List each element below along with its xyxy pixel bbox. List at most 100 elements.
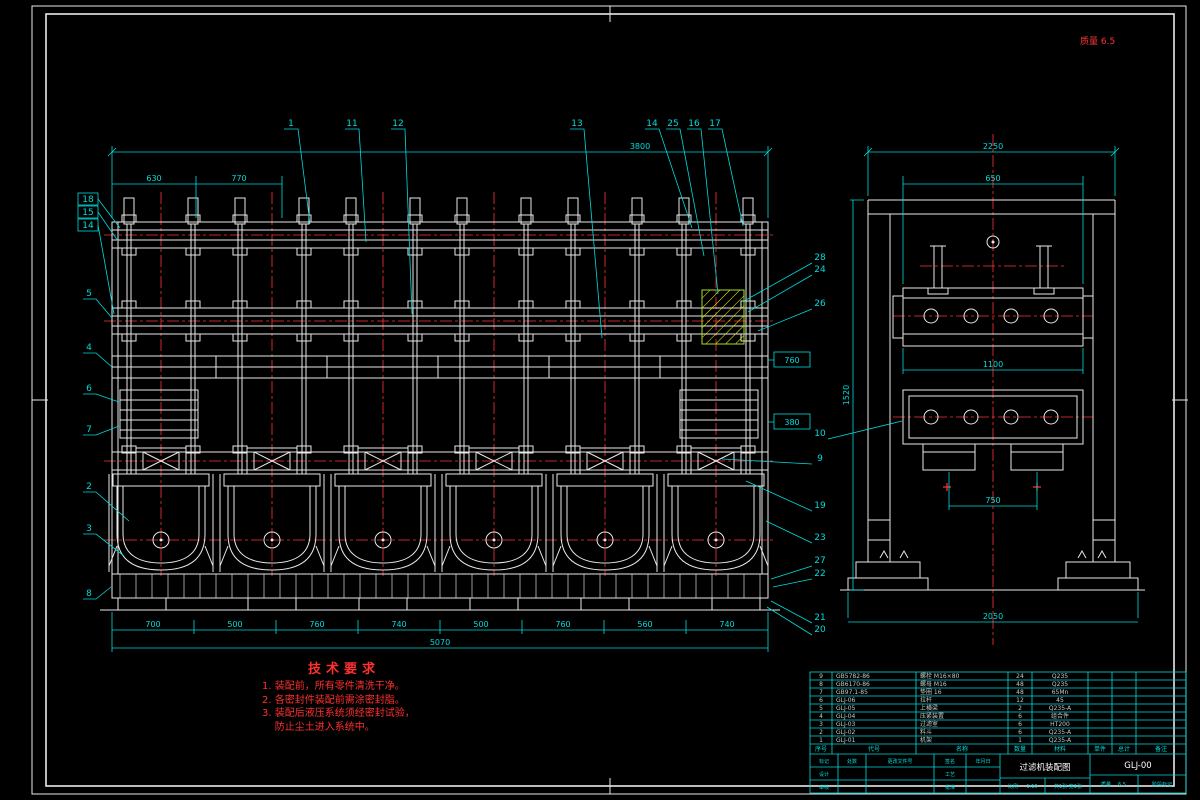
dim-main-seg: 500	[227, 620, 242, 629]
tb-design: 设计	[819, 771, 829, 778]
callouts: 1 11 12 13 14 25 16 17 18 15 14 5 4 6 7 …	[77, 119, 903, 636]
bom-cell-code: GLJ-02	[836, 729, 856, 736]
bom-cell-name: 拉杆	[920, 696, 932, 704]
bom-cell-name: 螺栓 M16×80	[920, 672, 960, 680]
bom-cell-qty: 1	[1018, 737, 1022, 744]
tech-line: 3. 装配后液压系统须经密封试验，	[262, 708, 415, 719]
bom-cell-seq: 5	[819, 705, 823, 712]
bom-cell-qty: 48	[1016, 689, 1024, 696]
anchor-cross-marks	[943, 483, 1041, 491]
dim-side-mid: 1100	[983, 360, 1003, 369]
dim-main-seg: 760	[309, 620, 324, 629]
tb-drawing-no: GLJ-00	[1124, 761, 1151, 771]
callout-20: 20	[814, 625, 826, 635]
callout-18: 18	[82, 195, 94, 205]
dim-side-feet: 750	[985, 496, 1000, 505]
coupler	[690, 447, 742, 475]
tb-mass-label: 质量	[1101, 781, 1111, 788]
bom-cell-material: 45	[1056, 697, 1064, 704]
tech-line: 防止尘土进入系统中。	[262, 721, 375, 733]
dim-side-height: 1520	[842, 385, 851, 405]
coupler	[135, 447, 187, 475]
coupler	[246, 447, 298, 475]
dim-main-right-a: 760	[784, 356, 799, 365]
callout-16: 16	[688, 119, 700, 129]
tb-sheet-count: 共1张 第1张	[1054, 783, 1082, 790]
bom-header-total: 总计	[1118, 745, 1130, 753]
bom-header-material: 材料	[1054, 745, 1066, 753]
dim-side-top: 2250	[983, 142, 1003, 151]
callout-27: 27	[814, 556, 825, 566]
tech-line: 1. 装配前，所有零件清洗干净。	[262, 681, 405, 692]
bom-header-name: 名称	[956, 745, 968, 753]
bom-cell-name: 垫圈 16	[920, 688, 942, 696]
sheet-stamp: 质量 6.5	[1080, 35, 1115, 47]
bom-cell-material: HT200	[1050, 721, 1070, 728]
bom-cell-seq: 3	[819, 721, 823, 728]
bom-cell-code: GLJ-04	[836, 713, 856, 720]
technical-requirements: 技术要求 1. 装配前，所有零件清洗干净。 2. 各密封件装配前需涂密封脂。 3…	[262, 658, 415, 734]
callout-17: 17	[709, 119, 720, 129]
bom-cell-code: GLJ-03	[836, 721, 856, 728]
bom-cell-code: GB6170-86	[836, 681, 870, 688]
bom-header-note: 备注	[1155, 745, 1167, 753]
tb-mark: 标记	[819, 758, 829, 765]
drawing-frame	[31, 5, 1188, 795]
dim-main-seg: 700	[145, 620, 160, 629]
dim-main-bottom-total: 5070	[430, 638, 450, 647]
dim-main-seg: 760	[555, 620, 570, 629]
bom-cell-material: 65Mn	[1052, 689, 1069, 696]
callout-3: 3	[86, 524, 92, 534]
tb-check: 审核	[819, 784, 829, 791]
callout-26: 26	[814, 299, 826, 309]
bom-cell-material: Q235-A	[1049, 737, 1072, 744]
callout-25: 25	[667, 119, 678, 129]
tb-scale-label: 比例	[1008, 783, 1018, 790]
bom-header-qty: 数量	[1014, 745, 1026, 753]
cad-sheet: 3800 630 770 760 380 700 500 760 740 500…	[0, 0, 1200, 800]
bom-cell-material: Q235	[1052, 673, 1068, 680]
bom-cell-material: 组合件	[1051, 712, 1069, 720]
packing-detail-hatched	[701, 289, 745, 345]
bom-header-seq: 序号	[815, 745, 827, 753]
callout-4: 4	[86, 343, 92, 353]
callout-15: 15	[82, 208, 93, 218]
callout-7: 7	[86, 425, 92, 435]
coupler	[579, 447, 631, 475]
bom-cell-seq: 8	[819, 681, 823, 688]
left-louver-panel	[119, 389, 199, 439]
tb-drawing-name: 过滤机装配图	[1019, 762, 1070, 773]
coupler	[468, 447, 520, 475]
dim-main-seg: 560	[637, 620, 652, 629]
base-frame	[111, 573, 769, 599]
callout-24: 24	[814, 265, 826, 275]
bom-cell-material: Q235-A	[1049, 729, 1072, 736]
callout-2: 2	[86, 482, 92, 492]
bom-cell-qty: 48	[1016, 681, 1024, 688]
bom-cell-name: 过滤室	[920, 720, 938, 728]
callout-1: 1	[288, 119, 294, 129]
callout-14: 14	[646, 119, 658, 129]
dim-main-seg: 740	[719, 620, 734, 629]
tb-stage-label: 阶段标记	[1152, 781, 1172, 788]
tb-process: 工艺	[945, 772, 955, 778]
tb-mass-value: 6.5	[1118, 782, 1126, 788]
dim-main-left-b: 770	[231, 174, 246, 183]
side-view	[840, 199, 1145, 591]
dim-main-left-a: 630	[146, 174, 161, 183]
callout-8: 8	[86, 589, 92, 599]
dim-side-bottom: 2050	[983, 612, 1003, 621]
callout-19: 19	[814, 501, 826, 511]
bom-cell-code: GLJ-05	[836, 705, 856, 712]
tb-scale-value: 1:10	[1026, 784, 1037, 790]
bom-cell-code: GB5782-86	[836, 673, 870, 680]
coupler	[357, 447, 409, 475]
callout-12: 12	[392, 119, 403, 129]
callout-9: 9	[817, 454, 823, 464]
callout-13: 13	[571, 119, 582, 129]
bom-header-unit: 单件	[1094, 745, 1106, 753]
bom-cell-seq: 7	[819, 689, 823, 696]
bom-cell-seq: 9	[819, 673, 823, 680]
dim-side-inner: 650	[985, 174, 1000, 183]
dim-main-seg: 500	[473, 620, 488, 629]
